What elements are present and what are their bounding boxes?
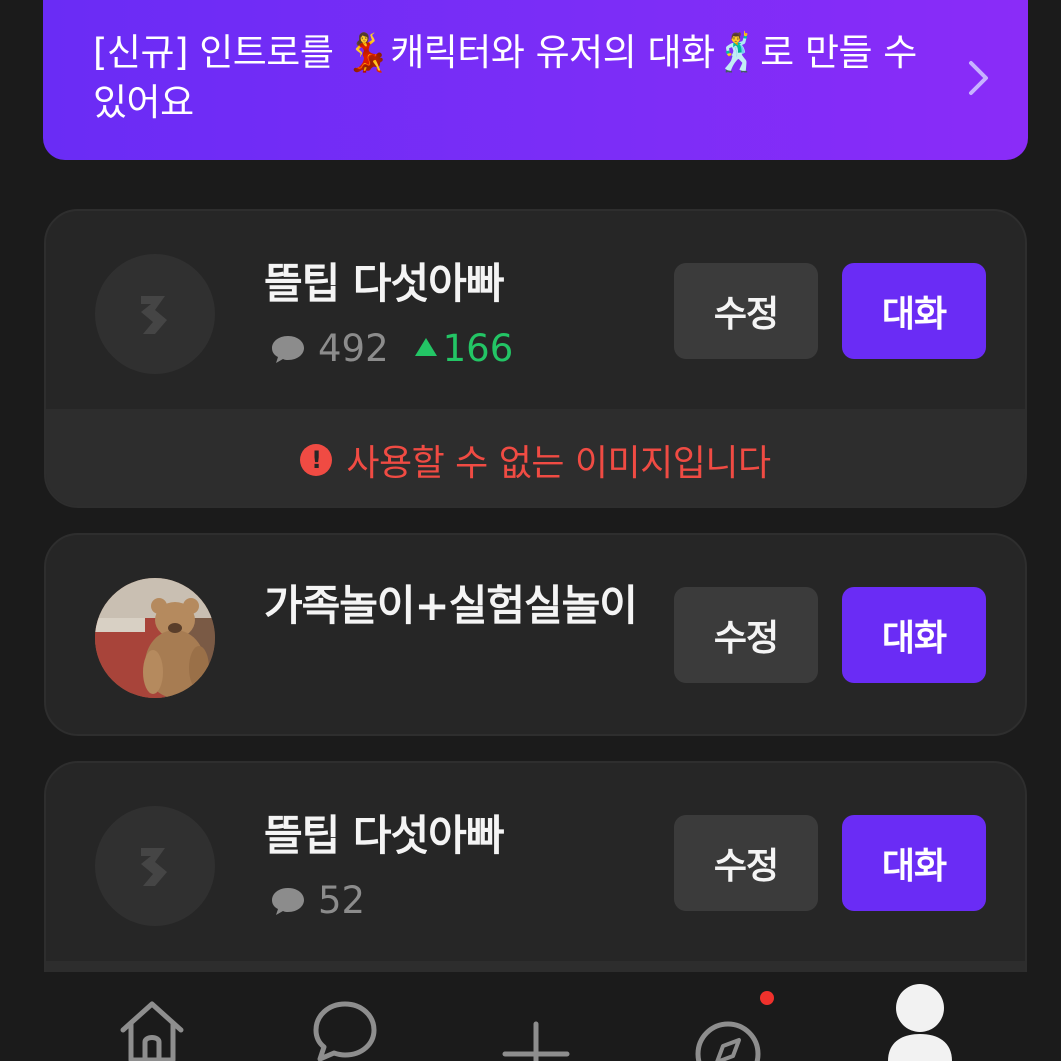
chat-button[interactable]: 대화 — [842, 587, 986, 683]
alert-icon: ! — [300, 443, 333, 476]
image-warning: ! 사용할 수 없는 이미지입니다 — [46, 409, 1025, 506]
avatar-placeholder — [95, 254, 215, 374]
logo-icon — [141, 848, 167, 886]
bottom-nav — [0, 972, 1061, 1061]
character-card: 가족놀이+실험실놀이 수정 대화 — [44, 533, 1027, 736]
character-name: 뜰팁 다섯아빠 — [264, 811, 504, 860]
warning-text: 사용할 수 없는 이미지입니다 — [346, 442, 771, 484]
banner-text: [신규] 인트로를 💃캐릭터와 유저의 대화🕺로 만들 수 있어요 — [93, 31, 917, 124]
plus-icon[interactable] — [501, 996, 571, 1061]
edit-button[interactable]: 수정 — [674, 815, 818, 911]
character-card: 뜰팁 다섯아빠 492 166 수정 대화 ! 사용할 수 없는 이미지입니다 — [44, 209, 1027, 508]
edit-button[interactable]: 수정 — [674, 263, 818, 359]
chat-icon[interactable] — [310, 996, 380, 1061]
character-name: 가족놀이+실험실놀이 — [264, 581, 638, 630]
chevron-right-icon — [969, 61, 988, 95]
trend-indicator: 166 — [414, 327, 514, 371]
announcement-banner[interactable]: [신규] 인트로를 💃캐릭터와 유저의 대화🕺로 만들 수 있어요 — [43, 0, 1028, 160]
chat-button[interactable]: 대화 — [842, 263, 986, 359]
logo-icon — [141, 296, 167, 334]
character-stats: 52 — [270, 879, 365, 923]
avatar-placeholder — [95, 806, 215, 926]
home-icon[interactable] — [117, 996, 187, 1061]
chat-bubble-icon — [272, 888, 304, 915]
chat-count: 492 — [318, 327, 389, 370]
trend-up-icon — [414, 338, 437, 356]
character-stats: 492 166 — [270, 327, 513, 371]
teddy-bear-photo — [95, 578, 215, 698]
profile-icon[interactable] — [884, 980, 956, 1061]
chat-count: 52 — [318, 879, 366, 922]
trend-value: 166 — [442, 327, 514, 370]
chat-button[interactable]: 대화 — [842, 815, 986, 911]
character-list-page: [신규] 인트로를 💃캐릭터와 유저의 대화🕺로 만들 수 있어요 뜰팁 다섯아… — [0, 0, 1061, 1061]
edit-button[interactable]: 수정 — [674, 587, 818, 683]
compass-icon[interactable] — [693, 996, 763, 1061]
chat-bubble-icon — [272, 336, 304, 363]
character-name: 뜰팁 다섯아빠 — [264, 259, 504, 308]
avatar — [95, 578, 215, 698]
notification-badge — [760, 991, 774, 1005]
